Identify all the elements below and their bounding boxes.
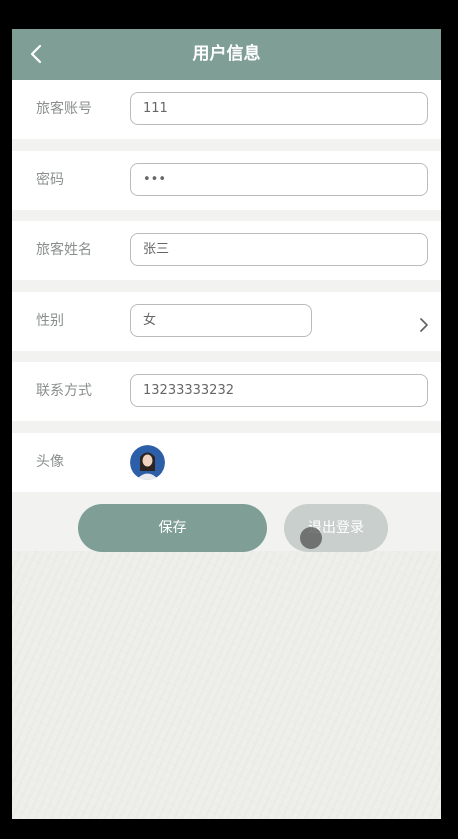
gender-row[interactable]: 性别 女	[12, 292, 441, 351]
avatar[interactable]	[130, 445, 165, 480]
save-button[interactable]: 保存	[78, 504, 267, 552]
page-title: 用户信息	[192, 44, 261, 64]
app-screen: 用户信息 旅客账号 111 密码 ••• 旅客姓名 张三 性别 女 联系方式 1…	[12, 29, 441, 819]
avatar-label: 头像	[36, 454, 64, 470]
back-icon[interactable]	[26, 43, 48, 65]
password-row: 密码 •••	[12, 151, 441, 210]
contact-label: 联系方式	[36, 383, 92, 399]
account-label: 旅客账号	[36, 101, 92, 117]
contact-row: 联系方式 13233333232	[12, 362, 441, 421]
name-label: 旅客姓名	[36, 242, 92, 258]
name-input[interactable]: 张三	[130, 233, 428, 266]
background-texture	[12, 551, 441, 819]
avatar-row: 头像	[12, 433, 441, 492]
account-input[interactable]: 111	[130, 92, 428, 125]
logout-button[interactable]: 退出登录	[284, 504, 388, 552]
name-row: 旅客姓名 张三	[12, 221, 441, 280]
gender-label: 性别	[36, 313, 64, 329]
contact-input[interactable]: 13233333232	[130, 374, 428, 407]
gender-select[interactable]: 女	[130, 304, 312, 337]
touch-indicator	[300, 527, 322, 549]
password-label: 密码	[36, 172, 64, 188]
chevron-right-icon[interactable]	[417, 314, 431, 336]
password-input[interactable]: •••	[130, 163, 428, 196]
header-bar: 用户信息	[12, 29, 441, 80]
account-row: 旅客账号 111	[12, 80, 441, 139]
